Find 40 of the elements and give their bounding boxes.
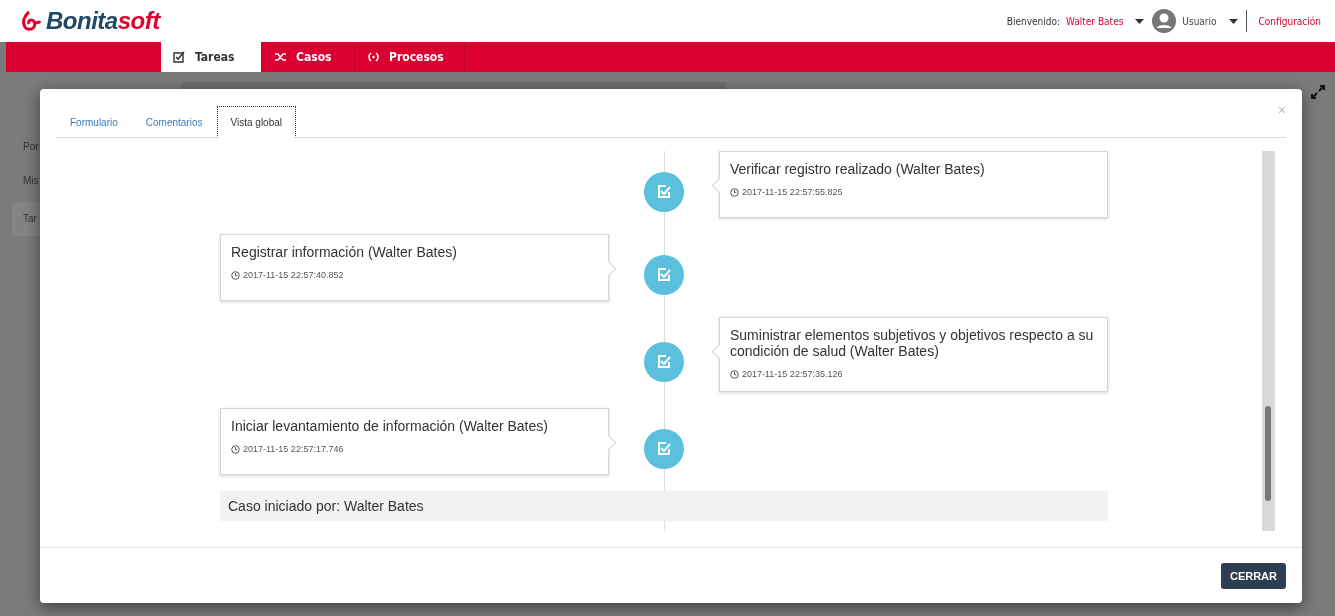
clock-icon <box>231 444 240 454</box>
settings-link[interactable]: Configuración <box>1258 15 1321 27</box>
tab[interactable]: Comentarios <box>131 106 217 138</box>
task-timestamp: 2017-11-15 22:57:55.825 <box>742 187 843 197</box>
task-title: Verificar registro realizado (Walter Bates) <box>730 161 986 177</box>
clock-icon <box>730 187 739 197</box>
logo-text: Bonitasoft <box>46 7 160 35</box>
task-timestamp: 2017-11-15 22:57:35.126 <box>742 369 843 379</box>
profile-label[interactable]: Usuario <box>1182 15 1217 27</box>
user-name-link[interactable]: Walter Bates <box>1066 15 1124 27</box>
close-button[interactable]: CERRAR <box>1220 562 1286 589</box>
check-square-icon <box>656 183 672 200</box>
clock-icon <box>730 369 739 379</box>
scrollbar[interactable] <box>1262 151 1275 531</box>
caret-icon[interactable] <box>1228 18 1238 24</box>
case-started-text: Caso iniciado por: Walter Bates <box>220 491 1108 521</box>
shuffle-icon <box>274 50 287 64</box>
welcome-label: Bienvenido: <box>1006 15 1061 27</box>
task-title: Suministrar elementos subjetivos y objetivos respecto a su condición de salud (Walter Bates) <box>730 327 1095 359</box>
caret-icon[interactable] <box>1135 18 1145 24</box>
scrollbar-thumb[interactable] <box>1265 406 1271 501</box>
tab[interactable]: Formulario <box>56 106 132 138</box>
avatar-icon[interactable] <box>1152 9 1177 33</box>
task-title: Iniciar levantamiento de información (Walter Bates) <box>231 418 549 434</box>
task-timestamp: 2017-11-15 22:57:17.746 <box>243 444 344 454</box>
process-icon <box>367 50 380 64</box>
nav-tab[interactable]: Tareas <box>161 42 262 72</box>
expand-icon[interactable] <box>1311 85 1325 99</box>
logo-icon <box>20 10 42 32</box>
check-square-icon <box>656 266 672 283</box>
check-square-icon <box>656 353 672 370</box>
sidebar-item[interactable]: Tar <box>12 202 40 236</box>
task-timestamp: 2017-11-15 22:57:40.852 <box>243 270 344 280</box>
sidebar-item[interactable]: Por <box>23 134 40 160</box>
task-title: Registrar información (Walter Bates) <box>231 244 458 260</box>
checkbox-icon <box>173 50 186 64</box>
tab[interactable]: Vista global <box>216 106 297 138</box>
clock-icon <box>231 270 240 280</box>
sidebar-item[interactable]: Mis <box>23 168 40 194</box>
check-square-icon <box>656 440 672 457</box>
